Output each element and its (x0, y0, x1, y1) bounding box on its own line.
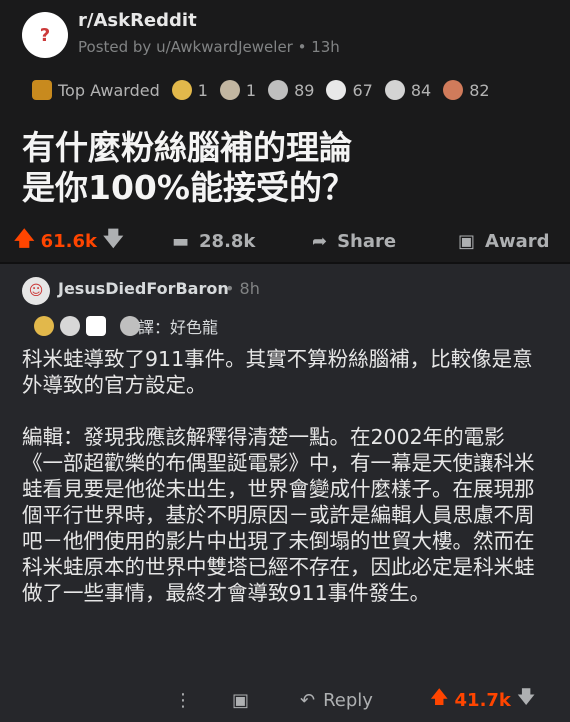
award-hands-icon (219, 80, 240, 100)
top-awarded-label: Top Awarded (58, 80, 160, 100)
award-count: 1 (245, 80, 257, 100)
comment-actions-bar: ⋮ ▣ ↶ Reply 🡅 41.7k 🡇 (0, 684, 570, 716)
top-awarded-icon (32, 80, 52, 100)
award-button[interactable]: ▣ Award (458, 226, 549, 256)
award-trophy-icon (86, 316, 106, 336)
post-meta: Posted by u/AwkwardJeweler • 13h (78, 38, 340, 56)
upvote-icon[interactable]: 🡅 (14, 224, 35, 258)
reply-icon: ↶ (300, 689, 316, 711)
subreddit-name[interactable]: r/AskReddit (78, 10, 197, 31)
comment-awards-row[interactable] (34, 314, 146, 338)
award-smile-icon (326, 80, 347, 100)
award-count: 82 (469, 80, 490, 100)
award-flame-icon (34, 316, 54, 336)
comments-button[interactable]: ▬ 28.8k (172, 226, 255, 256)
comment-body: 科米蛙導致了911事件。其實不算粉絲腦補，比較像是意外導致的官方設定。 編輯：發… (22, 346, 542, 632)
post-awards-row[interactable]: Top Awarded 1 1 89 67 84 82 (32, 78, 502, 102)
downvote-icon[interactable]: 🡇 (517, 685, 536, 715)
comments-count: 28.8k (199, 230, 256, 252)
reply-button[interactable]: ↶ Reply (300, 684, 373, 716)
commenter-avatar[interactable]: ☺ (22, 277, 50, 305)
award-man-icon (443, 80, 464, 100)
award-flame-icon (171, 80, 192, 100)
comment-time: • 8h (225, 279, 260, 298)
award-credit: 譯：好色龍 (138, 318, 219, 337)
more-options-icon[interactable]: ⋮ (174, 684, 192, 716)
comment-paragraph: 科米蛙導致了911事件。其實不算粉絲腦補，比較像是意外導致的官方設定。 (22, 347, 533, 397)
post-title-line2: 是你100%能接受的？ (22, 168, 355, 207)
share-icon: ➦ (312, 230, 328, 252)
comment-username[interactable]: JesusDiedForBaron (58, 279, 229, 298)
gift-icon[interactable]: ▣ (232, 684, 249, 716)
award-silver-icon (384, 80, 405, 100)
share-label: Share (337, 230, 397, 252)
award-thumb-icon (268, 80, 289, 100)
gift-icon: ▣ (458, 230, 476, 252)
subreddit-avatar[interactable]: ? (22, 12, 68, 58)
award-label: Award (485, 230, 550, 252)
share-button[interactable]: ➦ Share (312, 226, 396, 256)
post-card: ? r/AskReddit Posted by u/AwkwardJeweler… (0, 0, 570, 262)
award-smile-icon (60, 316, 80, 336)
award-count: 89 (294, 80, 315, 100)
post-actions-bar: 🡅 61.6k 🡇 ▬ 28.8k ➦ Share ▣ Award (0, 226, 570, 256)
comment-icon: ▬ (172, 230, 190, 252)
award-count: 1 (197, 80, 208, 100)
post-vote: 🡅 61.6k 🡇 (14, 226, 124, 256)
post-title-line1: 有什麼粉絲腦補的理論 (22, 128, 352, 167)
award-count: 84 (410, 80, 432, 100)
award-count: 67 (352, 80, 373, 100)
downvote-icon[interactable]: 🡇 (103, 224, 124, 258)
post-score: 61.6k (40, 230, 97, 252)
award-thumb-icon (120, 316, 140, 336)
comment-card: ☺ JesusDiedForBaron • 8h 譯：好色龍 科米蛙導致了911… (0, 264, 570, 722)
comment-vote: 🡅 41.7k 🡇 (430, 684, 535, 716)
upvote-icon[interactable]: 🡅 (430, 685, 449, 715)
comment-paragraph: 編輯：發現我應該解釋得清楚一點。在2002年的電影《一部超歡樂的布偶聖誕電影》中… (22, 425, 535, 605)
reply-label: Reply (323, 689, 373, 711)
post-title[interactable]: 有什麼粉絲腦補的理論 是你100%能接受的？ (22, 128, 542, 208)
comment-score: 41.7k (454, 689, 511, 711)
